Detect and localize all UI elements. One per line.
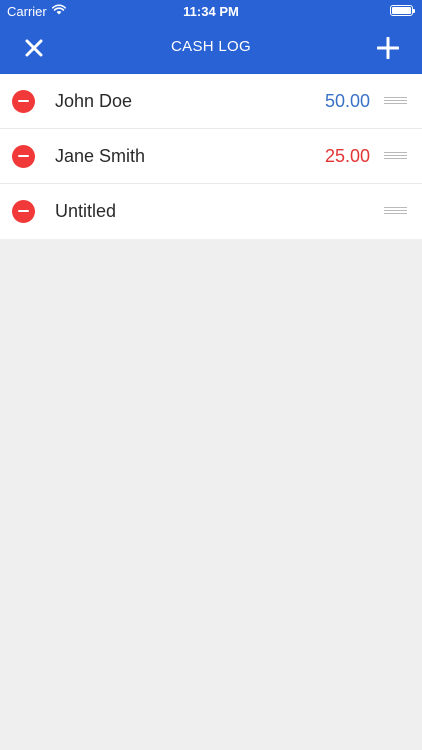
delete-entry-button[interactable] xyxy=(12,200,35,223)
status-bar: Carrier 11:34 PM xyxy=(0,0,422,22)
app-header: Carrier 11:34 PM CASH LOG xyxy=(0,0,422,74)
entry-amount: 50.00 xyxy=(324,91,370,111)
entry-name: Jane Smith xyxy=(55,146,146,166)
list-item[interactable]: Untitled xyxy=(0,184,422,239)
reorder-handle-icon[interactable] xyxy=(384,207,407,217)
entry-name: John Doe xyxy=(55,91,133,111)
cash-log-list: John Doe 50.00 Jane Smith 25.00 Untitled xyxy=(0,74,422,239)
list-item[interactable]: John Doe 50.00 xyxy=(0,74,422,129)
status-time: 11:34 PM xyxy=(183,4,239,19)
entry-name: Untitled xyxy=(55,201,117,221)
delete-entry-button[interactable] xyxy=(12,90,35,113)
list-item[interactable]: Jane Smith 25.00 xyxy=(0,129,422,184)
nav-bar: CASH LOG xyxy=(0,22,422,74)
battery-icon xyxy=(390,5,415,16)
delete-entry-button[interactable] xyxy=(12,145,35,168)
entry-amount: 25.00 xyxy=(324,146,370,166)
plus-icon xyxy=(377,37,399,59)
add-entry-button[interactable] xyxy=(372,32,404,64)
reorder-handle-icon[interactable] xyxy=(384,97,407,107)
reorder-handle-icon[interactable] xyxy=(384,152,407,162)
page-title: CASH LOG xyxy=(171,38,251,55)
